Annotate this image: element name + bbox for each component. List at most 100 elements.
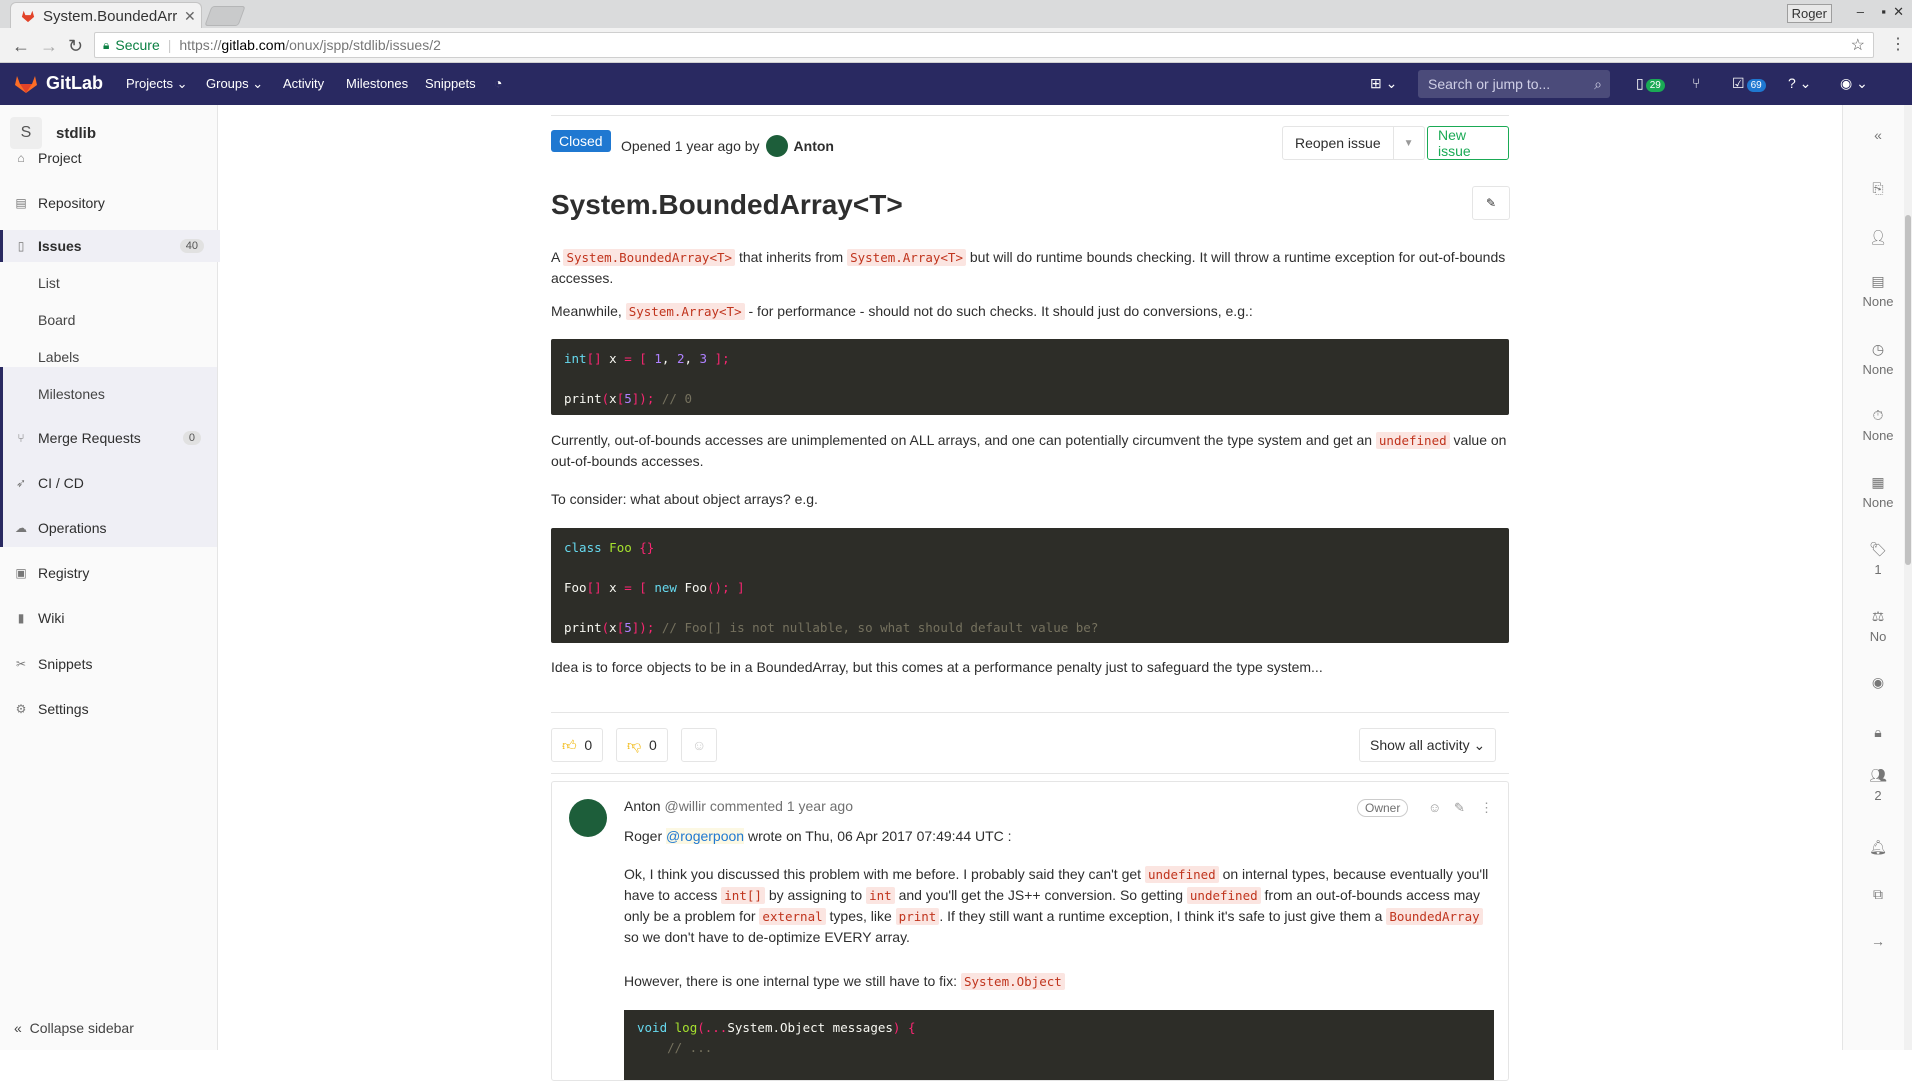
todos-icon[interactable]: ☑ 69 xyxy=(1732,75,1766,92)
nav-projects[interactable]: Projects ⌄ xyxy=(126,76,187,92)
collapse-sidebar-button[interactable]: « Collapse sidebar xyxy=(14,1020,134,1036)
sidebar-item-registry[interactable]: ▣ Registry xyxy=(0,558,217,588)
help-icon[interactable]: ? ⌄ xyxy=(1788,75,1811,92)
sidebar-item-label: Issues xyxy=(38,238,82,254)
user-avatar-icon[interactable]: ◉ ⌄ xyxy=(1840,75,1868,92)
sidebar-item-issues[interactable]: ▯ Issues 40 xyxy=(0,230,220,262)
new-tab-button[interactable] xyxy=(204,6,246,26)
add-reaction-icon[interactable]: ☺ xyxy=(1428,800,1441,815)
copy-reference-icon[interactable]: ⧉ xyxy=(1852,886,1904,903)
bell-icon[interactable]: 🔔︎ xyxy=(1852,839,1904,856)
new-issue-button[interactable]: New issue xyxy=(1427,126,1509,160)
sidebar-item-ci-cd[interactable]: ➶ CI / CD xyxy=(0,468,217,498)
thumbs-up-count: 0 xyxy=(584,737,593,753)
sub-item-milestones[interactable]: Milestones xyxy=(38,386,105,402)
back-icon[interactable]: ← xyxy=(12,36,30,57)
tab-close-icon[interactable]: ✕ xyxy=(184,8,196,25)
new-item-icon[interactable]: ⊞ ⌄ xyxy=(1370,75,1397,92)
maximize-icon[interactable]: ▪ xyxy=(1881,4,1886,19)
author-avatar[interactable] xyxy=(765,135,788,157)
milestone-item[interactable]: ▤ None xyxy=(1852,273,1904,309)
issues-icon[interactable]: ▯ 29 xyxy=(1636,75,1665,92)
sidebar-item-snippets[interactable]: ✂ Snippets xyxy=(0,649,217,679)
reopen-dropdown-icon[interactable]: ▼ xyxy=(1392,127,1424,159)
inline-code: System.BoundedArray<T> xyxy=(563,249,736,266)
home-icon: ⌂ xyxy=(17,151,25,165)
page-scrollbar[interactable] xyxy=(1904,105,1912,1050)
commenter-name[interactable]: Anton xyxy=(624,798,661,814)
sub-item-board[interactable]: Board xyxy=(38,312,75,328)
nav-snippets[interactable]: Snippets xyxy=(425,76,476,91)
dashboard-icon[interactable]: ◔ xyxy=(494,75,502,91)
global-search-input[interactable]: Search or jump to... ⌕ xyxy=(1418,70,1610,98)
thumbs-down-icon: 👎︎ xyxy=(627,736,642,753)
reopen-issue-label: Reopen issue xyxy=(1295,135,1381,151)
text: so we don't have to de-optimize EVERY ar… xyxy=(624,929,910,945)
author-link[interactable]: Anton xyxy=(794,138,834,154)
commenter-handle[interactable]: @willir xyxy=(664,798,705,814)
issues-icon: ▯ xyxy=(17,239,25,253)
commenter-avatar[interactable] xyxy=(569,799,607,837)
gitlab-logo[interactable]: GitLab xyxy=(14,72,103,94)
nav-milestones[interactable]: Milestones xyxy=(346,76,408,91)
add-reaction-button[interactable]: ☺ xyxy=(681,728,718,762)
browser-tab[interactable]: System.BoundedArray ✕ xyxy=(10,2,202,29)
sidebar-item-settings[interactable]: ⚙ Settings xyxy=(0,694,217,724)
lock-icon[interactable]: 🔒︎ xyxy=(1852,724,1904,741)
text: types, like xyxy=(829,908,892,924)
bookmark-star-icon[interactable]: ☆ xyxy=(1851,35,1865,55)
eye-icon[interactable]: ◉ xyxy=(1852,674,1904,691)
container-icon: ▣ xyxy=(15,566,27,580)
reload-icon[interactable]: ↻ xyxy=(68,36,83,57)
assignee-icon[interactable]: 👤︎ xyxy=(1852,229,1904,246)
inline-code: print xyxy=(895,908,940,925)
edit-title-button[interactable]: ✎ xyxy=(1472,186,1510,220)
forward-icon[interactable]: → xyxy=(40,36,58,57)
edit-comment-icon[interactable]: ✎ xyxy=(1454,800,1465,816)
weight-item[interactable]: ⚖ No xyxy=(1852,608,1904,644)
browser-user-badge[interactable]: Roger xyxy=(1786,4,1832,23)
window-close-icon[interactable]: ✕ xyxy=(1893,4,1904,20)
code-block-2: class Foo {} Foo[] x = [ new Foo(); ] pr… xyxy=(551,528,1509,643)
quote-date: wrote on Thu, 06 Apr 2017 07:49:44 UTC : xyxy=(747,828,1012,844)
sidebar-item-wiki[interactable]: ▮ Wiki xyxy=(0,603,217,633)
browser-menu-icon[interactable]: ⋮ xyxy=(1890,34,1906,54)
sidebar-item-project[interactable]: ⌂ Project xyxy=(0,143,217,173)
sidebar-item-label: Snippets xyxy=(38,656,93,672)
scrollbar-thumb[interactable] xyxy=(1905,215,1911,565)
text: that inherits from xyxy=(738,249,844,265)
due-date-timer-item[interactable]: ⏱︎ None xyxy=(1852,407,1904,443)
time-tracking-item[interactable]: ◷ None xyxy=(1852,341,1904,377)
sidebar-item-operations[interactable]: ☁ Operations xyxy=(0,513,217,543)
sub-item-labels[interactable]: Labels xyxy=(38,349,79,365)
labels-item[interactable]: 🏷︎ 1 xyxy=(1852,541,1904,577)
sidebar-item-merge-requests[interactable]: ⑂ Merge Requests 0 xyxy=(0,423,217,453)
collapse-right-sidebar-icon[interactable]: « xyxy=(1852,127,1904,143)
move-issue-icon[interactable]: → xyxy=(1852,933,1904,949)
sub-item-list[interactable]: List xyxy=(38,275,60,291)
thumbs-down-button[interactable]: 👎︎ 0 xyxy=(616,728,668,762)
more-actions-icon[interactable]: ⋮ xyxy=(1480,800,1493,816)
todo-icon[interactable]: ⎘ xyxy=(1852,180,1904,197)
nav-activity[interactable]: Activity xyxy=(283,76,324,91)
sidebar-item-label: Project xyxy=(38,150,82,166)
minimize-icon[interactable]: – xyxy=(1857,4,1864,19)
thumbs-up-button[interactable]: 👍︎ 0 xyxy=(551,728,604,762)
sidebar-item-label: Registry xyxy=(38,565,90,581)
quote-handle-link[interactable]: @rogerpoon xyxy=(666,828,745,844)
reopen-issue-button[interactable]: Reopen issue ▼ xyxy=(1282,126,1425,160)
users-icon: 👥︎ xyxy=(1869,767,1887,783)
participants-item[interactable]: 👥︎ 2 xyxy=(1852,767,1904,803)
gitlab-header: GitLab Projects ⌄ Groups ⌄ Activity Mile… xyxy=(0,63,1912,105)
issues-count-badge: 29 xyxy=(1645,79,1665,92)
calendar-item[interactable]: ▦ None xyxy=(1852,474,1904,510)
activity-filter-dropdown[interactable]: Show all activity ⌄ xyxy=(1359,728,1497,762)
inline-code: undefined xyxy=(1144,866,1219,883)
url-input[interactable]: 🔒︎ Secure | https://gitlab.com/onux/jspp… xyxy=(94,32,1874,58)
opened-text: Opened 1 year ago by xyxy=(621,138,760,154)
sidebar-item-repository[interactable]: ▤ Repository xyxy=(0,188,217,218)
sidebar-item-label: Wiki xyxy=(38,610,65,626)
nav-groups[interactable]: Groups ⌄ xyxy=(206,76,263,92)
top-divider xyxy=(551,115,1509,116)
merge-requests-icon[interactable]: ⑂ xyxy=(1692,75,1700,91)
